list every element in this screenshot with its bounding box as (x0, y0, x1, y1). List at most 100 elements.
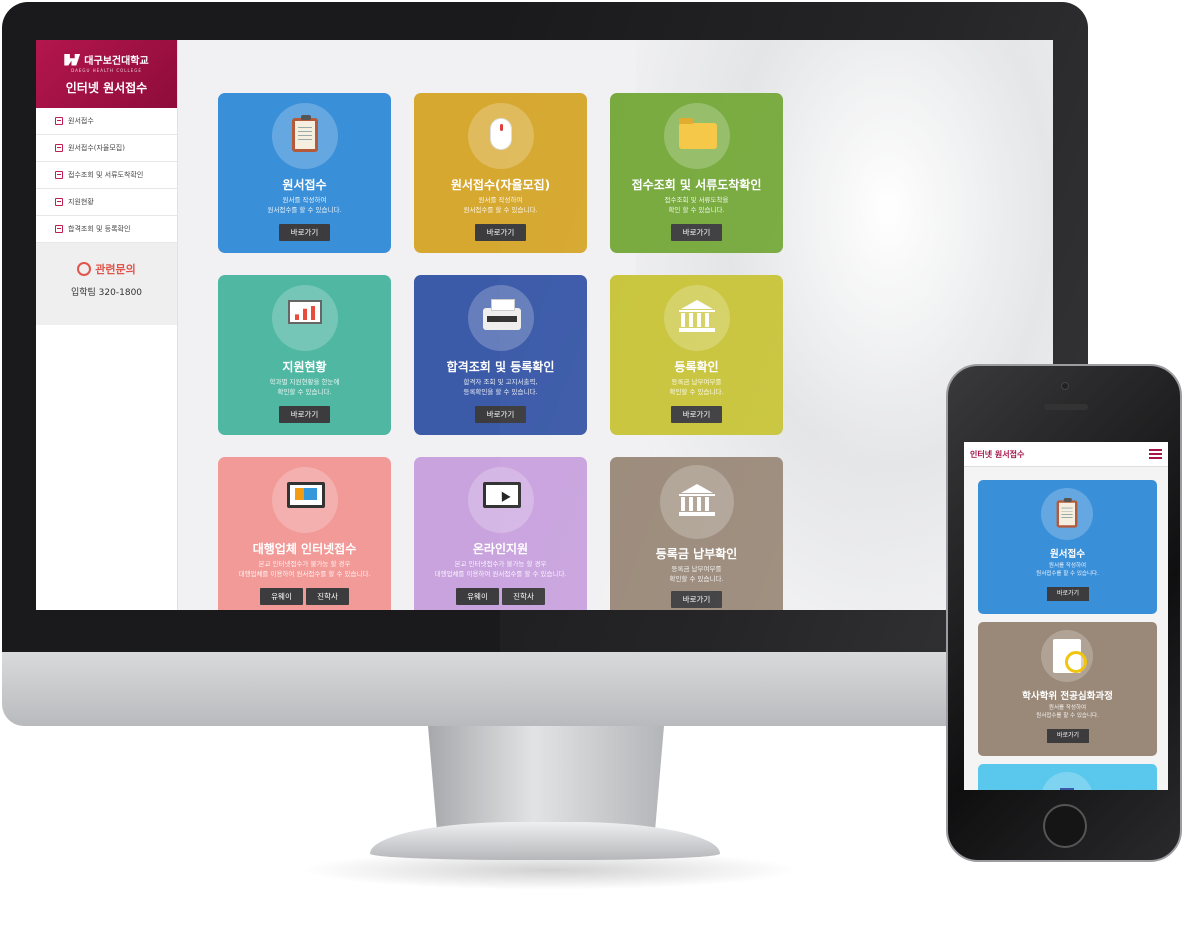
mobile-header: 인터넷 원서접수 (964, 442, 1168, 467)
go-button[interactable]: 바로가기 (1047, 729, 1089, 743)
card-title: 등록금 납부확인 (655, 547, 738, 561)
monitor-foot (370, 822, 720, 860)
go-button[interactable]: 바로가기 (1047, 587, 1089, 601)
sidebar-item-label: 지원현황 (68, 198, 94, 206)
card-registration: 등록확인 등록금 납부여부를 확인할 수 있습니다. 바로가기 (610, 275, 783, 435)
contact-heading: 관련문의 (36, 261, 177, 277)
card-title: 원서접수 (282, 178, 327, 192)
card-title: 합격조회 및 등록확인 (446, 360, 555, 374)
card-description: 원서를 작성하여 원서접수를 할 수 있습니다. (1036, 705, 1099, 719)
college-logo: 대구보건대학교 (36, 52, 177, 67)
card-agency: 대행업체 인터넷접수 본교 인터넷접수가 불가능 할 경우 대행업체를 이용하여… (218, 457, 391, 610)
sidebar-item-status[interactable]: 지원현황 (36, 189, 177, 216)
mobile-card-partial (978, 764, 1157, 790)
document-icon (55, 225, 63, 233)
monitor-cursor-icon (483, 482, 521, 518)
college-name: 대구보건대학교 (84, 56, 149, 67)
card-title: 등록확인 (674, 360, 719, 374)
mobile-card-bachelor: 학사학위 전공심화과정 원서를 작성하여 원서접수를 할 수 있습니다. 바로가… (978, 622, 1157, 756)
card-description: 원서를 작성하여 원서접수를 할 수 있습니다. (463, 196, 538, 214)
bank-icon (679, 484, 715, 520)
sidebar: 대구보건대학교 DAEGU HEALTH COLLEGE 인터넷 원서접수 원서… (36, 40, 178, 610)
go-button[interactable]: 바로가기 (475, 224, 526, 241)
card-icon-circle (272, 285, 338, 351)
card-description: 원서를 작성하여 원서접수를 할 수 있습니다. (1036, 563, 1099, 577)
go-button[interactable]: 바로가기 (671, 224, 722, 241)
site-title: 인터넷 원서접수 (65, 81, 148, 95)
sidebar-item-label: 원서접수(자율모집) (68, 144, 125, 152)
card-description: 학과별 지원현황을 한눈에 확인할 수 있습니다. (269, 378, 340, 396)
card-online: 온라인지원 본교 인터넷접수가 불가능 할 경우 대행업체를 이용하여 원서접수… (414, 457, 587, 610)
sidebar-item-application[interactable]: 원서접수 (36, 108, 177, 135)
books-icon (1060, 788, 1074, 790)
mobile-card-application: 원서접수 원서를 작성하여 원서접수를 할 수 있습니다. 바로가기 (978, 480, 1157, 614)
sidebar-item-label: 합격조회 및 등록확인 (68, 225, 131, 233)
uway-button[interactable]: 유웨이 (260, 588, 303, 605)
contact-title: 관련문의 (95, 263, 136, 276)
headset-icon (77, 262, 92, 276)
go-button[interactable]: 바로가기 (671, 406, 722, 423)
clipboard-icon (287, 115, 323, 154)
camera-icon (1061, 382, 1069, 390)
card-title: 학사학위 전공심화과정 (1022, 691, 1113, 702)
mouse-icon (483, 118, 519, 154)
card-title: 원서접수(자율모집) (450, 178, 551, 192)
college-logo-icon (64, 53, 81, 66)
monitor-chin (2, 652, 1088, 726)
document-icon (55, 144, 63, 152)
sidebar-item-label: 접수조회 및 서류도착확인 (68, 171, 144, 179)
clipboard-icon (1054, 497, 1080, 531)
mobile-site-title[interactable]: 인터넷 원서접수 (970, 449, 1024, 460)
card-description: 본교 인터넷접수가 불가능 할 경우 대행업체를 이용하여 원서접수를 할 수 … (434, 560, 567, 578)
document-icon (55, 117, 63, 125)
card-icon-circle (468, 103, 534, 169)
bank-icon (679, 300, 715, 336)
printer-icon (483, 299, 521, 336)
card-result: 합격조회 및 등록확인 합격자 조회 및 고지서출력, 등록확인을 할 수 있습… (414, 275, 587, 435)
chart-board-icon (287, 300, 323, 336)
card-title: 원서접수 (1050, 549, 1085, 560)
home-button[interactable] (1043, 804, 1087, 848)
card-icon-circle (664, 103, 730, 169)
sidebar-item-inquiry[interactable]: 접수조회 및 서류도착확인 (36, 162, 177, 189)
card-inquiry: 접수조회 및 서류도착확인 접수조회 및 서류도착을 확인 할 수 있습니다. … (610, 93, 783, 253)
sidebar-item-application-open[interactable]: 원서접수(자율모집) (36, 135, 177, 162)
card-icon-circle (468, 467, 534, 533)
go-button[interactable]: 바로가기 (279, 224, 330, 241)
go-button[interactable]: 바로가기 (671, 591, 722, 608)
mobile-phone: 인터넷 원서접수 원서접수 원서를 작성하여 원서접수를 할 수 있습니다. 바… (946, 364, 1182, 862)
card-icon-circle (1041, 488, 1093, 540)
document-search-icon (1053, 639, 1087, 673)
brand-header[interactable]: 대구보건대학교 DAEGU HEALTH COLLEGE 인터넷 원서접수 (36, 40, 177, 108)
document-icon (55, 171, 63, 179)
monitor-chart-icon (287, 482, 325, 518)
card-icon-circle (664, 285, 730, 351)
monitor-neck (428, 726, 664, 836)
card-application: 원서접수 원서를 작성하여 원서접수를 할 수 있습니다. 바로가기 (218, 93, 391, 253)
contact-phone: 입학팀 320-1800 (70, 288, 143, 298)
jinhak-button[interactable]: 진학사 (502, 588, 545, 605)
uway-button[interactable]: 유웨이 (456, 588, 499, 605)
sidebar-item-result[interactable]: 합격조회 및 등록확인 (36, 216, 177, 243)
card-application-open: 원서접수(자율모집) 원서를 작성하여 원서접수를 할 수 있습니다. 바로가기 (414, 93, 587, 253)
go-button[interactable]: 바로가기 (475, 406, 526, 423)
card-icon-circle (272, 467, 338, 533)
mobile-screen: 인터넷 원서접수 원서접수 원서를 작성하여 원서접수를 할 수 있습니다. 바… (964, 442, 1168, 790)
jinhak-button[interactable]: 진학사 (306, 588, 349, 605)
go-button[interactable]: 바로가기 (279, 406, 330, 423)
card-title: 대행업체 인터넷접수 (252, 542, 357, 556)
card-title: 접수조회 및 서류도착확인 (631, 178, 762, 192)
card-icon-circle (272, 103, 338, 169)
card-description: 원서를 작성하여 원서접수를 할 수 있습니다. (267, 196, 342, 214)
card-icon-circle (1041, 630, 1093, 682)
contact-box: 관련문의 입학팀 320-1800 (36, 243, 177, 325)
hamburger-menu-icon[interactable] (1149, 449, 1162, 459)
document-icon (55, 198, 63, 206)
college-name-english: DAEGU HEALTH COLLEGE (71, 68, 142, 73)
sidebar-menu: 원서접수 원서접수(자율모집) 접수조회 및 서류도착확인 지원현황 합격조회 … (36, 108, 177, 243)
desktop-screen: 대구보건대학교 DAEGU HEALTH COLLEGE 인터넷 원서접수 원서… (36, 40, 1053, 610)
card-title: 온라인지원 (472, 542, 529, 556)
mockup-stage: 대구보건대학교 DAEGU HEALTH COLLEGE 인터넷 원서접수 원서… (0, 0, 1184, 931)
card-title: 지원현황 (282, 360, 327, 374)
folder-icon (679, 118, 717, 154)
